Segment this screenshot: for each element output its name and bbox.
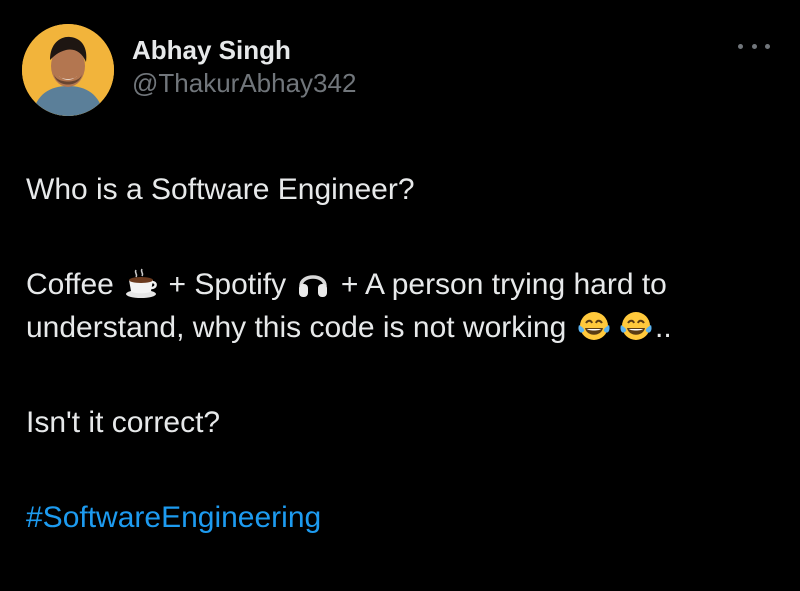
- hashtag-link[interactable]: #SoftwareEngineering: [26, 501, 321, 534]
- tweet-card: Abhay Singh @ThakurAbhay342 Who is a Sof…: [0, 0, 800, 591]
- tweet-line: #SoftwareEngineering: [26, 496, 786, 539]
- author-display-name[interactable]: Abhay Singh: [132, 34, 356, 66]
- tears-of-joy-emoji: [620, 312, 652, 340]
- tweet-line: Who is a Software Engineer?: [26, 173, 415, 206]
- author-handle[interactable]: @ThakurAbhay342: [132, 66, 356, 100]
- more-options-icon[interactable]: [738, 40, 770, 52]
- tweet-line: Isn't it correct?: [26, 406, 221, 439]
- tears-of-joy-emoji: [578, 312, 610, 340]
- more-dot: [765, 43, 770, 49]
- more-dot: [751, 43, 757, 49]
- more-dot: [738, 43, 743, 49]
- coffee-emoji: [126, 268, 158, 298]
- author-names: Abhay Singh @ThakurAbhay342: [132, 34, 356, 100]
- tweet-header: Abhay Singh @ThakurAbhay342: [22, 24, 356, 116]
- tweet-line: understand, why this code is not working…: [26, 311, 672, 344]
- tweet-line: Coffee + Spotify + A person trying hard …: [26, 268, 667, 301]
- tweet-text: Who is a Software Engineer? Coffee + Spo…: [26, 168, 786, 539]
- headphones-emoji: [299, 275, 328, 297]
- avatar[interactable]: [22, 24, 114, 116]
